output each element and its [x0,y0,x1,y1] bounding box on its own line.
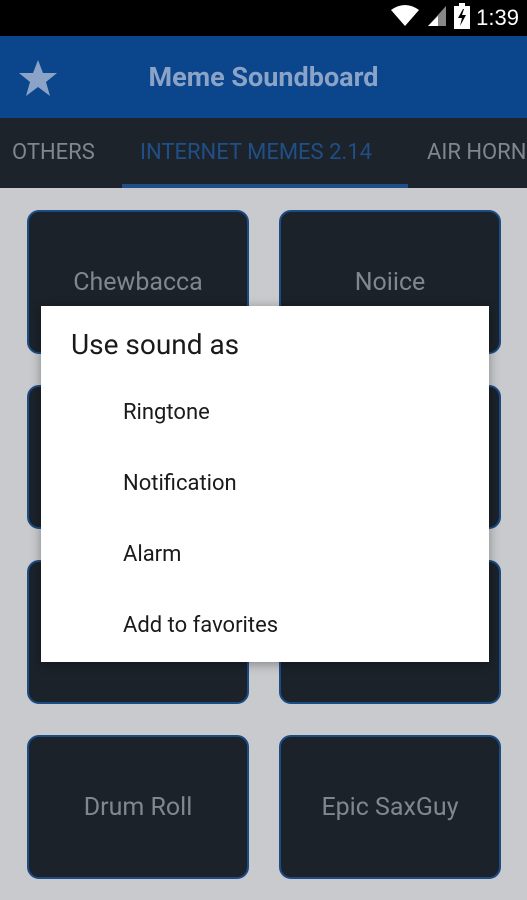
dialog-item-ringtone[interactable]: Ringtone [123,385,463,441]
app-title: Meme Soundboard [148,61,379,93]
dialog-item-add-to-favorites[interactable]: Add to favorites [123,598,463,654]
status-bar: 1:39 [0,0,527,36]
app-screen: 1:39 Meme Soundboard OTHERS INTERNET MEM… [0,0,527,900]
wifi-icon [390,4,420,32]
status-time: 1:39 [476,5,519,30]
tab-internet-memes[interactable]: INTERNET MEMES 2.14 [140,118,372,188]
tab-others[interactable]: OTHERS [12,118,95,188]
sound-tile-drum-roll[interactable]: Drum Roll [27,735,249,879]
sound-tile-label: Chewbacca [73,267,203,297]
tab-air-horn[interactable]: AIR HORN [427,118,526,188]
use-sound-as-dialog: Use sound as Ringtone Notification Alarm… [41,306,489,662]
tab-selected-indicator [122,184,408,188]
app-bar: Meme Soundboard [0,36,527,118]
dialog-item-alarm[interactable]: Alarm [123,527,463,583]
sound-tile-label: Epic SaxGuy [321,792,459,822]
battery-icon [454,3,471,33]
signal-icon [426,4,448,32]
sound-tile-epic-saxguy[interactable]: Epic SaxGuy [279,735,501,879]
dialog-title: Use sound as [71,328,240,361]
dialog-item-notification[interactable]: Notification [123,456,463,512]
tab-bar: OTHERS INTERNET MEMES 2.14 AIR HORN [0,118,527,188]
sound-tile-label: Drum Roll [83,792,193,822]
sound-tile-label: Noiice [354,267,426,297]
